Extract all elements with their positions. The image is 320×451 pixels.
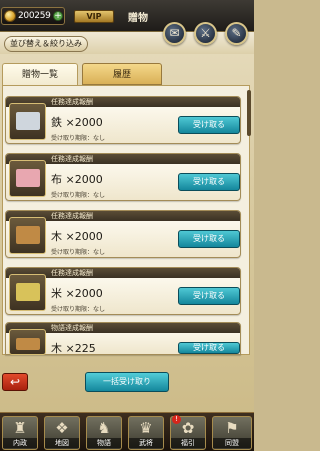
gift-name: 鉄 ×2000 [51, 116, 103, 129]
receive-button[interactable]: 受け取る [178, 342, 240, 354]
gift-category: 任務達成報酬 [51, 98, 93, 106]
gift-name: 米 ×2000 [51, 287, 103, 300]
gift-card: 物語達成報酬 木 ×225 受け取る [5, 322, 241, 355]
app-screen: 200259 + VIP 贈物 並び替え＆絞り込み ✉ ⚔ ✎ 贈物一覧 履歴 … [0, 0, 254, 451]
receive-button[interactable]: 受け取る [178, 116, 240, 134]
gift-card: 任務達成報酬 米 ×2000 受け取り期限：なし 受け取る [5, 267, 241, 315]
cloth-bolt-icon [9, 160, 46, 197]
receive-button[interactable]: 受け取る [178, 230, 240, 248]
wood-log-icon [9, 329, 46, 355]
nav-label: 同盟 [213, 438, 251, 448]
general-icon: ♛ [139, 419, 153, 437]
page-title: 贈物 [128, 13, 148, 24]
nav-item-domestic[interactable]: ♜ 内政 [2, 416, 38, 450]
receive-button[interactable]: 受け取る [178, 287, 240, 305]
gift-name: 布 ×2000 [51, 173, 103, 186]
bulk-receive-button[interactable]: 一括受け取り [85, 372, 169, 392]
crossed-swords-icon[interactable]: ⚔ [194, 22, 217, 45]
gift-category: 任務達成報酬 [51, 269, 93, 277]
coin-amount: 200259 [18, 11, 51, 21]
nav-label: 福引 [171, 438, 205, 448]
banner-icon: ⚑ [225, 419, 239, 437]
iron-ingot-icon [9, 103, 46, 140]
gift-box-icon[interactable]: ✉ [163, 22, 186, 45]
gift-name: 木 ×225 [51, 342, 96, 355]
nav-label: 地図 [45, 438, 79, 448]
gift-deadline: 受け取り期限：なし [51, 135, 106, 142]
gift-card: 任務達成報酬 布 ×2000 受け取り期限：なし 受け取る [5, 153, 241, 201]
rice-bag-icon [9, 274, 46, 311]
nav-label: 物語 [87, 438, 121, 448]
quill-icon[interactable]: ✎ [225, 22, 248, 45]
gold-coin-icon [4, 10, 16, 22]
sort-filter-button[interactable]: 並び替え＆絞り込み [4, 36, 88, 52]
gift-name: 木 ×2000 [51, 230, 103, 243]
add-coins-button[interactable]: + [53, 11, 63, 21]
gift-card: 任務達成報酬 鉄 ×2000 受け取り期限：なし 受け取る [5, 96, 241, 144]
nav-item-map[interactable]: ❖ 地図 [44, 416, 80, 450]
nav-item-story[interactable]: ♞ 物語 [86, 416, 122, 450]
nav-label: 武将 [129, 438, 163, 448]
castle-icon: ♜ [13, 419, 27, 437]
notification-badge: ! [172, 415, 181, 424]
gift-deadline: 受け取り期限：なし [51, 249, 106, 256]
receive-button[interactable]: 受け取る [178, 173, 240, 191]
top-bar: 200259 + VIP 贈物 [0, 0, 254, 32]
coin-counter[interactable]: 200259 + [1, 7, 65, 25]
gift-category: 任務達成報酬 [51, 212, 93, 220]
gift-deadline: 受け取り期限：なし [51, 192, 106, 199]
tab-history[interactable]: 履歴 [82, 63, 162, 85]
vip-badge[interactable]: VIP [74, 10, 114, 23]
gift-category: 物語達成報酬 [51, 324, 93, 332]
gift-category: 任務達成報酬 [51, 155, 93, 163]
horseman-icon: ♞ [97, 419, 111, 437]
wood-log-icon [9, 217, 46, 254]
nav-item-generals[interactable]: ♛ 武将 [128, 416, 164, 450]
nav-label: 内政 [3, 438, 37, 448]
gift-deadline: 受け取り期限：なし [51, 306, 106, 313]
tab-gift-list[interactable]: 贈物一覧 [2, 63, 78, 85]
nav-item-alliance[interactable]: ⚑ 同盟 [212, 416, 252, 450]
gift-card: 任務達成報酬 木 ×2000 受け取り期限：なし 受け取る [5, 210, 241, 258]
map-icon: ❖ [55, 419, 69, 437]
list-scrollbar[interactable] [247, 90, 251, 136]
back-button[interactable]: ↩ [2, 373, 28, 391]
